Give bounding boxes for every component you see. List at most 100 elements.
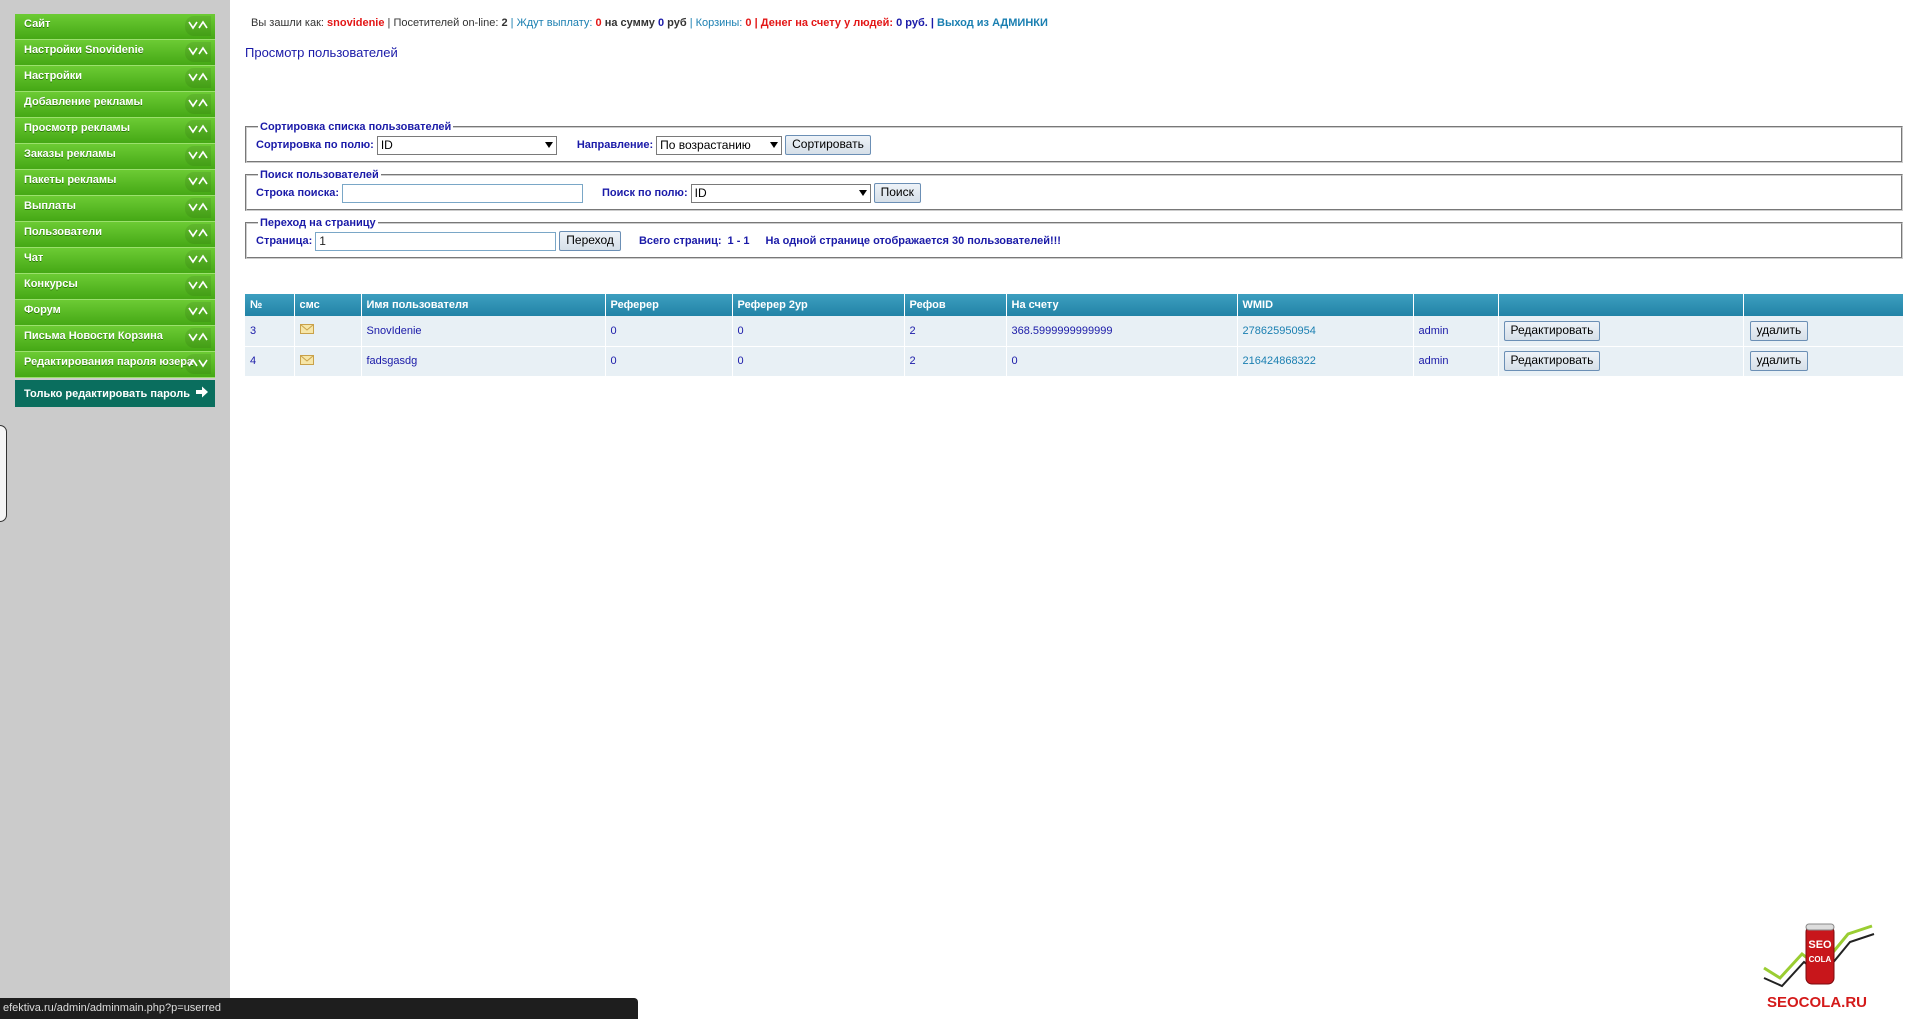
sidebar-item-view-ads[interactable]: Просмотр рекламы [15, 118, 215, 144]
page-jump-button[interactable]: Переход [559, 231, 621, 251]
side-tab-handle[interactable] [0, 425, 7, 522]
cell-id: 3 [245, 316, 295, 347]
logged-as-label: Вы зашли как: [251, 17, 324, 29]
sidebar-menu: Сайт Настройки Snovidenie Настройки Доба… [15, 14, 215, 407]
table-row: 4 fadsgasdg 0 0 2 0 216424868322 admin Р… [245, 346, 1904, 377]
chevron-down-icon [185, 302, 211, 322]
sidebar-item-add-ads[interactable]: Добавление рекламы [15, 92, 215, 118]
search-field-value: ID [694, 185, 707, 200]
envelope-icon[interactable] [299, 324, 314, 337]
chevron-down-icon [185, 328, 211, 348]
sidebar-item-label: Заказы рекламы [24, 148, 116, 160]
sort-button[interactable]: Сортировать [785, 135, 871, 155]
sidebar-item-user-password-edit[interactable]: Редактирования пароля юзера [15, 352, 215, 378]
edit-user-button[interactable]: Редактировать [1503, 351, 1601, 371]
sidebar-item-letters-news-basket[interactable]: Письма Новости Корзина [15, 326, 215, 352]
search-field-label: Поиск по полю: [601, 187, 688, 199]
page-title: Просмотр пользователей [245, 45, 398, 60]
table-row: 3 SnovIdenie 0 0 2 368.5999999999999 278… [245, 316, 1904, 347]
edit-user-button[interactable]: Редактировать [1503, 320, 1601, 341]
cell-username[interactable]: SnovIdenie [361, 316, 606, 347]
col-header-referer2: Реферер 2ур [732, 294, 905, 316]
chevron-down-icon [185, 276, 211, 296]
sidebar-subitem-only-edit-password[interactable]: Только редактировать пароль [15, 380, 215, 407]
sidebar-item-contests[interactable]: Конкурсы [15, 274, 215, 300]
search-field-select[interactable]: ID [690, 183, 871, 203]
total-pages-label: Всего страниц: [638, 235, 722, 247]
sum-label: на сумму [604, 17, 655, 29]
cell-edit: Редактировать [1498, 316, 1744, 347]
page-number-input[interactable]: 1 [315, 231, 557, 251]
baskets-link[interactable]: | Корзины: [690, 17, 743, 29]
search-legend: Поиск пользователей [260, 169, 379, 181]
search-button[interactable]: Поиск [873, 183, 921, 203]
dropdown-arrow-icon [544, 141, 553, 148]
chevron-down-icon [185, 120, 211, 140]
cell-balance: 368.5999999999999 [1006, 316, 1238, 347]
top-status-line: Вы зашли как: snovidenie | Посетителей o… [251, 17, 1048, 29]
sidebar-item-settings[interactable]: Настройки [15, 66, 215, 92]
cell-role: admin [1413, 346, 1499, 377]
svg-text:SEO: SEO [1808, 939, 1832, 951]
sum-value: 0 [657, 17, 665, 29]
pending-payout-link[interactable]: | Ждут выплату: [511, 17, 593, 29]
svg-text:COLA: COLA [1809, 955, 1832, 964]
sort-field-select[interactable]: ID [376, 135, 557, 155]
chevron-down-icon [185, 94, 211, 114]
sidebar-item-label: Сайт [24, 18, 51, 30]
col-header-sms: смс [294, 294, 362, 316]
search-input[interactable] [341, 183, 583, 203]
sort-fieldset: Сортировка списка пользователей Сортиров… [245, 121, 1903, 163]
sidebar-item-ad-packages[interactable]: Пакеты рекламы [15, 170, 215, 196]
dropdown-arrow-icon [770, 141, 779, 148]
delete-user-button[interactable]: удалить [1749, 320, 1809, 341]
search-query-label: Строка поиска: [256, 187, 339, 199]
exit-admin-link[interactable]: Выход из АДМИНКИ [937, 17, 1048, 29]
chevron-down-icon [185, 250, 211, 270]
cell-edit: Редактировать [1498, 346, 1744, 377]
cell-username[interactable]: fadsgasdg [361, 346, 606, 377]
envelope-icon[interactable] [299, 354, 314, 368]
total-pages-value: 1 - 1 [727, 235, 750, 247]
sidebar-item-payouts[interactable]: Выплаты [15, 196, 215, 222]
sort-legend: Сортировка списка пользователей [260, 121, 452, 133]
cell-refs: 2 [904, 346, 1007, 377]
sidebar-item-site[interactable]: Сайт [15, 14, 215, 40]
sidebar-item-label: Форум [24, 304, 61, 316]
sidebar-item-snovidenie-settings[interactable]: Настройки Snovidenie [15, 40, 215, 66]
users-table: № смс Имя пользователя Реферер Реферер 2… [245, 294, 1904, 377]
sidebar-item-label: Настройки [24, 70, 83, 82]
sort-field-value: ID [380, 137, 393, 152]
col-header-refs: Рефов [904, 294, 1007, 316]
chevron-down-icon [185, 68, 211, 88]
sidebar-item-label: Чат [24, 252, 44, 264]
cell-referer2: 0 [732, 346, 905, 377]
delete-user-button[interactable]: удалить [1749, 351, 1809, 371]
sort-direction-value: По возрастанию [660, 137, 751, 152]
baskets-count: 0 [745, 17, 752, 29]
table-header-row: № смс Имя пользователя Реферер Реферер 2… [245, 294, 1904, 316]
sidebar-item-label: Просмотр рекламы [24, 122, 131, 134]
sort-direction-select[interactable]: По возрастанию [656, 135, 783, 155]
sidebar-item-ad-orders[interactable]: Заказы рекламы [15, 144, 215, 170]
sidebar-subitem-label: Только редактировать пароль [24, 388, 191, 400]
col-header-referer: Реферер [605, 294, 733, 316]
col-header-wmid: WMID [1237, 294, 1414, 316]
sidebar-item-forum[interactable]: Форум [15, 300, 215, 326]
cell-referer: 0 [605, 346, 733, 377]
separator: | [930, 17, 934, 29]
sidebar-item-label: Конкурсы [24, 278, 78, 290]
current-username: snovidenie [327, 17, 385, 29]
cell-delete: удалить [1743, 346, 1904, 377]
seocola-logo-text: SEOCOLA.RU [1767, 994, 1868, 1011]
sidebar-item-users[interactable]: Пользователи [15, 222, 215, 248]
cell-balance: 0 [1006, 346, 1238, 377]
col-header-balance: На счету [1006, 294, 1238, 316]
cell-referer: 0 [605, 316, 733, 347]
col-header-edit [1498, 294, 1744, 316]
page-jump-fieldset: Переход на страницу Страница: 1 Переход … [245, 217, 1903, 259]
sidebar-item-chat[interactable]: Чат [15, 248, 215, 274]
page-number-label: Страница: [256, 235, 313, 247]
col-header-role [1413, 294, 1499, 316]
sidebar-item-label: Выплаты [24, 200, 76, 212]
